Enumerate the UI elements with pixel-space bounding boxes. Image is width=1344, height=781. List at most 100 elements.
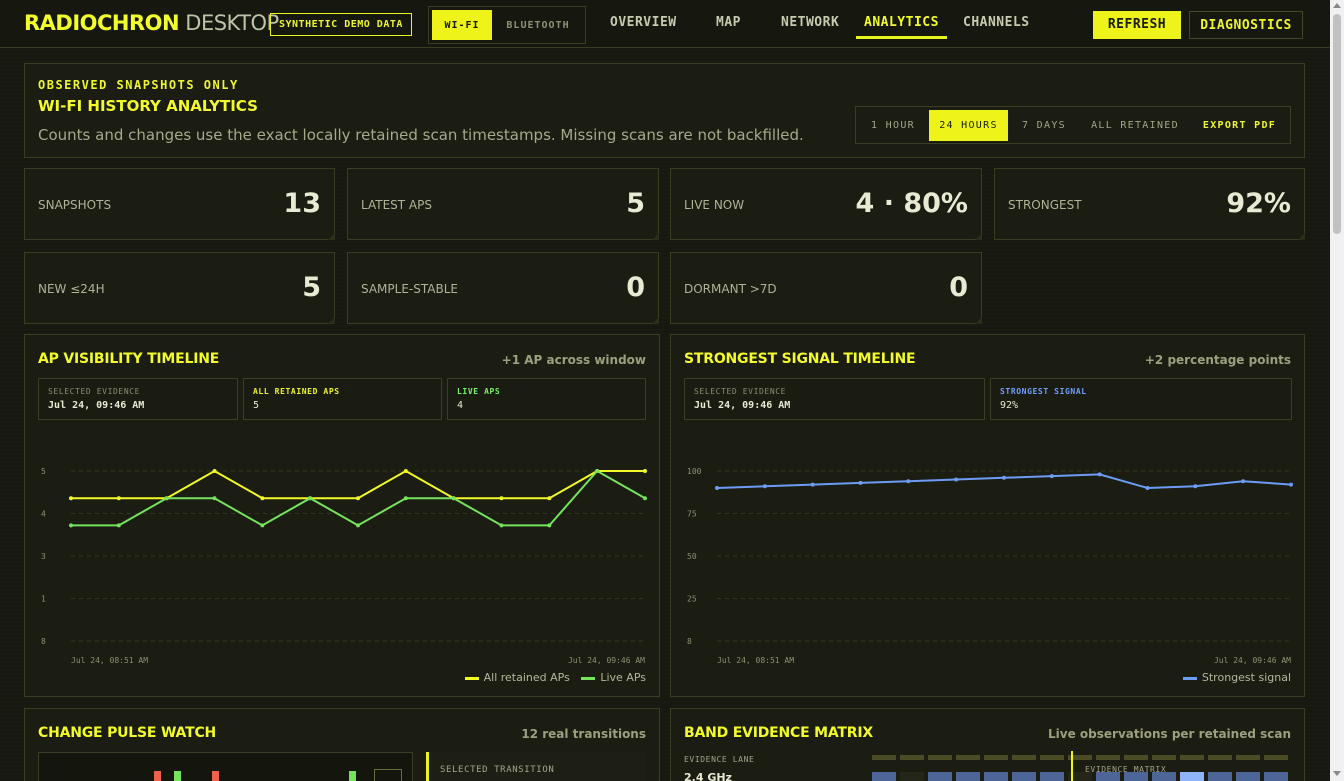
stat-label: NEW ≤24H <box>38 282 105 296</box>
chart-legend: Strongest signal <box>1182 671 1291 684</box>
y-tick-label: 50 <box>687 552 697 561</box>
wifi-toggle-button[interactable]: WI-FI <box>432 10 492 40</box>
panel-title: CHANGE PULSE WATCH <box>38 725 217 741</box>
scroll-down-arrow-icon[interactable] <box>1333 771 1341 776</box>
export-pdf-button[interactable]: EXPORT PDF <box>1191 110 1288 141</box>
data-point <box>1289 482 1293 487</box>
matrix-cell[interactable] <box>956 772 980 781</box>
data-point <box>643 496 647 501</box>
data-point <box>403 496 408 501</box>
evidence-matrix-label: EVIDENCE MATRIX <box>1085 765 1167 774</box>
stat-value: 4 · 80% <box>855 188 968 219</box>
data-point <box>547 496 552 501</box>
data-point <box>403 469 408 473</box>
panel-note: +1 AP across window <box>501 353 646 367</box>
time-range-selector: 1 HOUR 24 HOURS 7 DAYS ALL RETAINED EXPO… <box>855 106 1291 144</box>
data-point <box>810 482 815 487</box>
data-point <box>643 469 647 473</box>
app-brand: RADIOCHRON DESKTOP <box>24 11 279 35</box>
evidence-key: LIVE APS <box>457 387 501 396</box>
matrix-cell[interactable] <box>1236 772 1260 781</box>
data-point <box>260 496 265 501</box>
data-point <box>451 496 456 501</box>
range-24-hours[interactable]: 24 HOURS <box>929 110 1008 141</box>
data-point <box>69 496 73 501</box>
evidence-key: SELECTED EVIDENCE <box>48 387 141 396</box>
matrix-cell[interactable] <box>1012 772 1036 781</box>
matrix-header-cell <box>1012 755 1036 760</box>
stat-card-live-now: LIVE NOW 4 · 80% <box>670 168 982 240</box>
pulse-strip[interactable] <box>38 752 413 781</box>
stat-value: 0 <box>626 272 645 303</box>
matrix-cell[interactable] <box>928 772 952 781</box>
ap-visibility-panel: AP VISIBILITY TIMELINE +1 AP across wind… <box>24 334 660 697</box>
stat-card-new-24h: NEW ≤24H 5 <box>24 252 335 324</box>
page-title: WI-FI HISTORY ANALYTICS <box>38 97 258 115</box>
chart-legend: All retained APs Live APs <box>464 671 646 684</box>
data-point <box>762 484 767 489</box>
evidence-value: 4 <box>457 400 464 411</box>
legend-label-live: Live APs <box>600 671 646 684</box>
x-tick-label-end: Jul 24, 09:46 AM <box>1214 656 1291 665</box>
panel-note: +2 percentage points <box>1144 353 1291 367</box>
series-line-0 <box>71 469 645 500</box>
bluetooth-toggle-button[interactable]: BLUETOOTH <box>493 10 583 40</box>
y-tick-label: 75 <box>687 510 697 519</box>
range-7-days[interactable]: 7 DAYS <box>1009 110 1079 141</box>
demo-data-badge: SYNTHETIC DEMO DATA <box>270 13 412 36</box>
selected-evidence-box: SELECTED EVIDENCE Jul 24, 09:46 AM <box>684 378 985 420</box>
stat-label: SAMPLE-STABLE <box>361 282 458 296</box>
nav-overview[interactable]: OVERVIEW <box>610 15 677 30</box>
nav-map[interactable]: MAP <box>716 15 741 30</box>
pulse-selection-box[interactable] <box>374 769 402 781</box>
matrix-cell[interactable] <box>1180 772 1204 781</box>
refresh-button[interactable]: REFRESH <box>1093 11 1181 39</box>
change-pulse-panel: CHANGE PULSE WATCH 12 real transitions S… <box>24 708 660 781</box>
matrix-header-cell <box>1236 755 1260 760</box>
stat-card-snapshots: SNAPSHOTS 13 <box>24 168 335 240</box>
data-point <box>69 523 73 528</box>
page-description: Counts and changes use the exact locally… <box>38 126 804 144</box>
page-scrollbar[interactable] <box>1330 0 1344 781</box>
data-point <box>1241 479 1246 484</box>
all-retained-aps-box: ALL RETAINED APS 5 <box>243 378 442 420</box>
data-point <box>260 523 265 528</box>
matrix-cell[interactable] <box>1264 772 1288 781</box>
scrollbar-thumb[interactable] <box>1333 14 1341 234</box>
matrix-cell[interactable] <box>872 772 896 781</box>
strongest-signal-chart[interactable]: 8 25 50 75 100 Jul 24, 08:51 AM Jul 24, 09:46 … <box>671 435 1306 667</box>
data-point <box>499 496 504 501</box>
strongest-signal-panel: STRONGEST SIGNAL TIMELINE +2 percentage … <box>670 334 1305 697</box>
stat-value: 5 <box>626 188 645 219</box>
band-evidence-panel: BAND EVIDENCE MATRIX Live observations p… <box>670 708 1305 781</box>
header-kicker: OBSERVED SNAPSHOTS ONLY <box>38 78 239 92</box>
data-point <box>1193 484 1198 489</box>
stat-label: SNAPSHOTS <box>38 198 112 212</box>
stat-label: DORMANT >7D <box>684 282 777 296</box>
x-tick-label-end: Jul 24, 09:46 AM <box>568 656 645 665</box>
evidence-value: 92% <box>1000 400 1019 411</box>
range-all-retained[interactable]: ALL RETAINED <box>1080 110 1190 141</box>
matrix-cell[interactable] <box>900 772 924 781</box>
ap-visibility-chart[interactable]: 8 1 3 4 5 Jul 24, 08:51 AM Jul 24, 09:46 AM <box>25 435 661 667</box>
nav-analytics[interactable]: ANALYTICS <box>856 15 947 39</box>
range-1-hour[interactable]: 1 HOUR <box>858 110 928 141</box>
pulse-bar <box>349 771 356 781</box>
nav-network[interactable]: NETWORK <box>781 15 839 30</box>
data-point <box>356 496 360 501</box>
nav-channels[interactable]: CHANNELS <box>963 15 1030 30</box>
data-point <box>954 477 959 482</box>
scroll-up-arrow-icon[interactable] <box>1333 3 1341 8</box>
data-point <box>1049 474 1054 479</box>
y-tick-label: 25 <box>687 595 697 604</box>
matrix-cell[interactable] <box>1208 772 1232 781</box>
stat-label: STRONGEST <box>1008 198 1082 212</box>
panel-title: STRONGEST SIGNAL TIMELINE <box>684 351 916 367</box>
evidence-matrix[interactable] <box>872 755 1292 781</box>
diagnostics-button[interactable]: DIAGNOSTICS <box>1189 11 1303 39</box>
evidence-value: Jul 24, 09:46 AM <box>48 400 145 411</box>
panel-title: AP VISIBILITY TIMELINE <box>38 351 220 367</box>
matrix-cell[interactable] <box>984 772 1008 781</box>
matrix-header-cell <box>1208 755 1232 760</box>
matrix-cell[interactable] <box>1040 772 1064 781</box>
